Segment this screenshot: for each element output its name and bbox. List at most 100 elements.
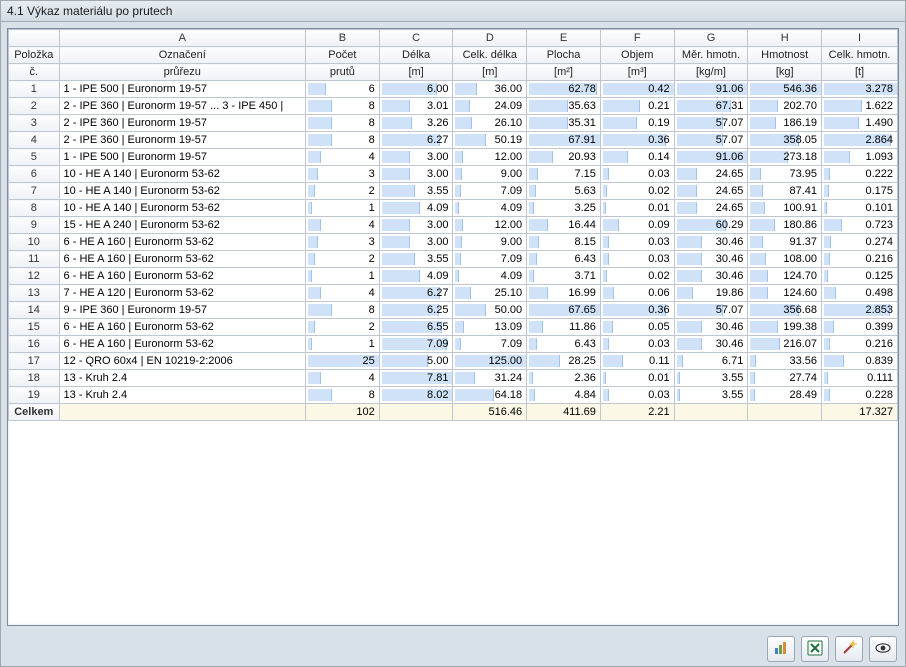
table-cell[interactable]: 180.86 <box>748 217 822 234</box>
table-cell[interactable]: 0.01 <box>600 370 674 387</box>
table-cell[interactable]: 6.27 <box>379 285 453 302</box>
table-cell[interactable]: 1 <box>306 336 380 353</box>
col-sub-1[interactable]: průřezu <box>59 64 305 81</box>
export-excel-button[interactable] <box>801 636 829 662</box>
table-row[interactable]: 1712 - QRO 60x4 | EN 10219-2:2006255.001… <box>9 353 898 370</box>
table-row[interactable]: 22 - IPE 360 | Euronorm 19-57 ... 3 - IP… <box>9 98 898 115</box>
table-cell[interactable]: 0.228 <box>822 387 898 404</box>
col-letter-6[interactable]: F <box>600 30 674 47</box>
table-cell[interactable]: 4 <box>306 149 380 166</box>
table-cell[interactable]: 91.06 <box>674 149 748 166</box>
col-letter-8[interactable]: H <box>748 30 822 47</box>
col-head-8[interactable]: Hmotnost <box>748 47 822 64</box>
table-cell[interactable]: 5.63 <box>527 183 601 200</box>
table-cell[interactable]: 108.00 <box>748 251 822 268</box>
table-cell[interactable]: 0.05 <box>600 319 674 336</box>
section-name-cell[interactable]: 1 - IPE 500 | Euronorm 19-57 <box>59 81 305 98</box>
table-cell[interactable]: 0.839 <box>822 353 898 370</box>
table-cell[interactable]: 0.175 <box>822 183 898 200</box>
col-sub-2[interactable]: prutů <box>306 64 380 81</box>
row-number[interactable]: 13 <box>9 285 60 302</box>
row-number[interactable]: 11 <box>9 251 60 268</box>
table-cell[interactable]: 6.27 <box>379 132 453 149</box>
table-row[interactable]: 1813 - Kruh 2.447.8131.242.360.013.5527.… <box>9 370 898 387</box>
table-cell[interactable]: 8 <box>306 115 380 132</box>
table-cell[interactable]: 0.03 <box>600 166 674 183</box>
table-row[interactable]: 126 - HE A 160 | Euronorm 53-6214.094.09… <box>9 268 898 285</box>
table-cell[interactable]: 30.46 <box>674 319 748 336</box>
table-cell[interactable]: 7.15 <box>527 166 601 183</box>
table-cell[interactable]: 0.03 <box>600 234 674 251</box>
table-cell[interactable]: 6.25 <box>379 302 453 319</box>
table-cell[interactable]: 7.09 <box>453 183 527 200</box>
table-cell[interactable]: 3 <box>306 234 380 251</box>
row-number[interactable]: 18 <box>9 370 60 387</box>
table-cell[interactable]: 26.10 <box>453 115 527 132</box>
table-cell[interactable]: 67.65 <box>527 302 601 319</box>
table-row[interactable]: 116 - HE A 160 | Euronorm 53-6223.557.09… <box>9 251 898 268</box>
col-letter-7[interactable]: G <box>674 30 748 47</box>
table-cell[interactable]: 6.71 <box>674 353 748 370</box>
table-cell[interactable]: 0.19 <box>600 115 674 132</box>
col-head-6[interactable]: Objem <box>600 47 674 64</box>
table-cell[interactable]: 35.31 <box>527 115 601 132</box>
row-number[interactable]: 7 <box>9 183 60 200</box>
table-cell[interactable]: 2 <box>306 251 380 268</box>
table-cell[interactable]: 1.490 <box>822 115 898 132</box>
table-cell[interactable]: 4 <box>306 285 380 302</box>
col-sub-9[interactable]: [t] <box>822 64 898 81</box>
col-sub-4[interactable]: [m] <box>453 64 527 81</box>
table-cell[interactable]: 27.74 <box>748 370 822 387</box>
table-row[interactable]: 915 - HE A 240 | Euronorm 53-6243.0012.0… <box>9 217 898 234</box>
section-name-cell[interactable]: 13 - Kruh 2.4 <box>59 387 305 404</box>
section-name-cell[interactable]: 6 - HE A 160 | Euronorm 53-62 <box>59 268 305 285</box>
table-cell[interactable]: 0.21 <box>600 98 674 115</box>
col-sub-6[interactable]: [m³] <box>600 64 674 81</box>
table-cell[interactable]: 2 <box>306 183 380 200</box>
col-sub-5[interactable]: [m²] <box>527 64 601 81</box>
row-number[interactable]: 16 <box>9 336 60 353</box>
table-cell[interactable]: 546.36 <box>748 81 822 98</box>
table-cell[interactable]: 356.68 <box>748 302 822 319</box>
table-cell[interactable]: 3.01 <box>379 98 453 115</box>
section-name-cell[interactable]: 9 - IPE 360 | Euronorm 19-57 <box>59 302 305 319</box>
section-name-cell[interactable]: 6 - HE A 160 | Euronorm 53-62 <box>59 336 305 353</box>
col-head-7[interactable]: Měr. hmotn. <box>674 47 748 64</box>
table-cell[interactable]: 2.864 <box>822 132 898 149</box>
table-cell[interactable]: 0.42 <box>600 81 674 98</box>
table-cell[interactable]: 0.111 <box>822 370 898 387</box>
table-cell[interactable]: 28.49 <box>748 387 822 404</box>
table-row[interactable]: 51 - IPE 500 | Euronorm 19-5743.0012.002… <box>9 149 898 166</box>
table-cell[interactable]: 67.91 <box>527 132 601 149</box>
table-cell[interactable]: 3.00 <box>379 234 453 251</box>
table-cell[interactable]: 0.14 <box>600 149 674 166</box>
row-number[interactable]: 1 <box>9 81 60 98</box>
row-number[interactable]: 17 <box>9 353 60 370</box>
table-cell[interactable]: 36.00 <box>453 81 527 98</box>
table-cell[interactable]: 3.55 <box>674 387 748 404</box>
table-cell[interactable]: 57.07 <box>674 302 748 319</box>
table-cell[interactable]: 3.25 <box>527 200 601 217</box>
row-number[interactable]: 14 <box>9 302 60 319</box>
table-cell[interactable]: 91.37 <box>748 234 822 251</box>
table-row[interactable]: 166 - HE A 160 | Euronorm 53-6217.097.09… <box>9 336 898 353</box>
table-cell[interactable]: 3.55 <box>379 183 453 200</box>
table-cell[interactable]: 24.65 <box>674 200 748 217</box>
table-cell[interactable]: 4.84 <box>527 387 601 404</box>
table-row[interactable]: 1913 - Kruh 2.488.0264.184.840.033.5528.… <box>9 387 898 404</box>
table-cell[interactable]: 4 <box>306 370 380 387</box>
row-number[interactable]: 9 <box>9 217 60 234</box>
table-cell[interactable]: 91.06 <box>674 81 748 98</box>
table-row[interactable]: 149 - IPE 360 | Euronorm 19-5786.2550.00… <box>9 302 898 319</box>
grid-scroll-area[interactable]: ABCDEFGHI PoložkaOznačeníPočetDélkaCelk.… <box>8 29 898 625</box>
row-number[interactable]: 8 <box>9 200 60 217</box>
table-cell[interactable]: 216.07 <box>748 336 822 353</box>
totals-row[interactable]: Celkem102516.46411.692.2117.327 <box>9 404 898 421</box>
table-cell[interactable]: 31.24 <box>453 370 527 387</box>
table-cell[interactable]: 0.03 <box>600 251 674 268</box>
col-letter-5[interactable]: E <box>527 30 601 47</box>
table-cell[interactable]: 0.11 <box>600 353 674 370</box>
table-cell[interactable]: 0.101 <box>822 200 898 217</box>
filter-button[interactable] <box>835 636 863 662</box>
table-cell[interactable]: 0.03 <box>600 336 674 353</box>
